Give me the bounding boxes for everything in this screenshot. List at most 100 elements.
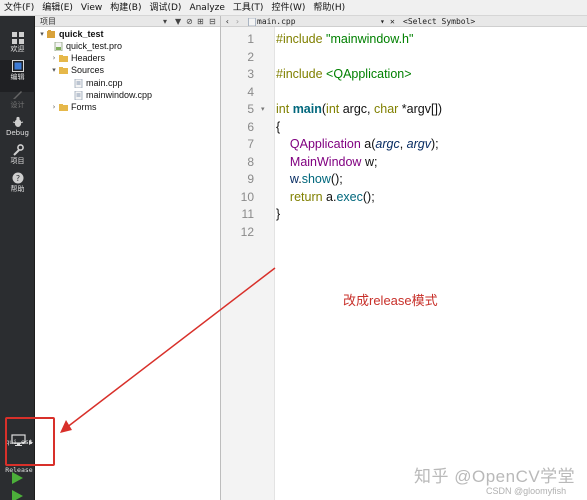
menu-build[interactable]: 构建(B) [106, 0, 145, 16]
cpp-file-icon [248, 18, 256, 26]
line-number: 6 [247, 120, 254, 134]
tree-label: Forms [71, 102, 97, 112]
code-token: argc, [339, 102, 374, 116]
menu-edit[interactable]: 编辑(E) [38, 0, 77, 16]
nav-back-icon[interactable]: ‹ [225, 16, 230, 27]
code-token: show [301, 172, 331, 186]
code-token: return [289, 190, 323, 204]
link-icon[interactable]: ⊘ [186, 16, 193, 27]
symbol-selector[interactable]: <Select Symbol> [403, 16, 475, 27]
code-token: a( [360, 137, 376, 151]
tree-mainwindow-cpp[interactable]: mainwindow.cpp [73, 89, 152, 101]
code-token: ); [430, 137, 439, 151]
tree-label: Sources [71, 65, 105, 75]
mode-welcome-label: 欢迎 [10, 45, 25, 53]
code-line: #include "mainwindow.h" [276, 31, 413, 48]
line-number: 1 [247, 32, 254, 46]
project-icon [47, 29, 55, 38]
menu-file[interactable]: 文件(F) [0, 0, 38, 16]
collapse-arrow-icon: › [52, 103, 56, 111]
code-line: int main(int argc, char *argv[]) [276, 101, 442, 118]
line-number: 4 [247, 85, 254, 99]
folder-icon [59, 54, 68, 62]
menu-bar: 文件(F) 编辑(E) View 构建(B) 调试(D) Analyze 工具(… [0, 0, 587, 16]
line-number: 3 [247, 67, 254, 81]
code-line: MainWindow w; [276, 154, 378, 171]
folder-icon [59, 66, 68, 74]
menu-debug[interactable]: 调试(D) [145, 0, 185, 16]
close-file-icon[interactable]: ✕ [390, 16, 395, 27]
code-line: QApplication a(argc, argv); [276, 136, 439, 153]
close-panel-icon[interactable]: ⊟ [209, 16, 216, 27]
split-icon[interactable]: ⊞ [197, 16, 204, 27]
line-number: 12 [240, 225, 254, 239]
tree-label: quick_test.pro [66, 41, 123, 51]
code-line: #include <QApplication> [276, 66, 412, 83]
cpp-file-icon [74, 90, 83, 100]
line-number: 8 [247, 155, 254, 169]
code-line: { [276, 120, 281, 134]
tree-project-root[interactable]: ▾ quick_test [38, 28, 104, 40]
code-token: , [399, 137, 407, 151]
editor-toolbar: ‹ › main.cpp ▾ ✕ <Select Symbol> [221, 16, 587, 27]
file-dropdown-icon[interactable]: ▾ [380, 16, 385, 27]
folder-icon [59, 103, 68, 111]
mode-help[interactable]: ? 帮助 [0, 172, 35, 204]
menu-help[interactable]: 帮助(H) [309, 0, 349, 16]
annotation-text: 改成release模式 [343, 293, 438, 308]
menu-analyze[interactable]: Analyze [185, 0, 228, 16]
code-token: QApplication [289, 137, 361, 151]
watermark-logo: 知乎 @OpenCV学堂 [414, 467, 576, 486]
watermark-credit: CSDN @gloomyfish [486, 486, 567, 496]
mode-debug-label: Debug [5, 129, 30, 137]
tree-label: quick_test [59, 29, 104, 39]
code-token: exec [336, 190, 363, 204]
wrench-icon [12, 144, 24, 156]
code-line: return a.exec(); [276, 189, 375, 206]
code-token: main [292, 102, 322, 116]
code-token: (); [362, 190, 375, 204]
code-line: w.show(); [276, 171, 343, 188]
tree-sources-folder[interactable]: ▾ Sources [50, 64, 104, 76]
edit-icon [11, 60, 24, 72]
tree-main-cpp[interactable]: main.cpp [73, 77, 123, 89]
line-number: 10 [240, 190, 254, 204]
open-file-name[interactable]: main.cpp [257, 16, 296, 27]
svg-text:?: ? [15, 174, 19, 183]
code-token: int [326, 102, 340, 116]
tree-pro-file[interactable]: quick_test.pro [53, 40, 122, 52]
nav-forward-icon[interactable]: › [235, 16, 240, 27]
code-token: *argv[]) [398, 102, 443, 116]
code-token: (); [330, 172, 343, 186]
collapse-arrow-icon: › [52, 54, 56, 62]
project-panel: 项目 ▾ ▼ ⊘ ⊞ ⊟ ▾ quick_test quick_test.pro… [35, 16, 221, 500]
code-token: MainWindow [289, 155, 362, 169]
code-token: argv [406, 137, 431, 151]
menu-tools[interactable]: 工具(T) [229, 0, 268, 16]
highlight-box [5, 417, 55, 466]
code-line: } [276, 207, 281, 221]
tree-headers-folder[interactable]: › Headers [50, 52, 105, 64]
filter-dropdown-icon[interactable]: ▾ [163, 16, 167, 27]
fold-arrow-icon[interactable]: ▾ [261, 101, 265, 118]
pro-file-icon [54, 41, 63, 51]
code-token: a. [322, 190, 337, 204]
line-number: 7 [247, 137, 254, 151]
filter-icon[interactable]: ▼ [175, 16, 181, 27]
run-icon[interactable] [12, 472, 23, 484]
line-number: 5 [247, 102, 254, 116]
mode-projects-label: 项目 [10, 157, 25, 165]
menu-view[interactable]: View [77, 0, 106, 16]
menu-widgets[interactable]: 控件(W) [267, 0, 309, 16]
code-editor[interactable]: #include "mainwindow.h" #include <QAppli… [276, 27, 587, 500]
tree-label: main.cpp [86, 78, 123, 88]
debug-run-icon[interactable] [12, 490, 23, 500]
tree-forms-folder[interactable]: › Forms [50, 101, 97, 113]
design-icon [12, 91, 22, 99]
expand-arrow-icon: ▾ [40, 30, 44, 38]
grid-icon [11, 32, 24, 44]
code-token: w; [361, 155, 378, 169]
